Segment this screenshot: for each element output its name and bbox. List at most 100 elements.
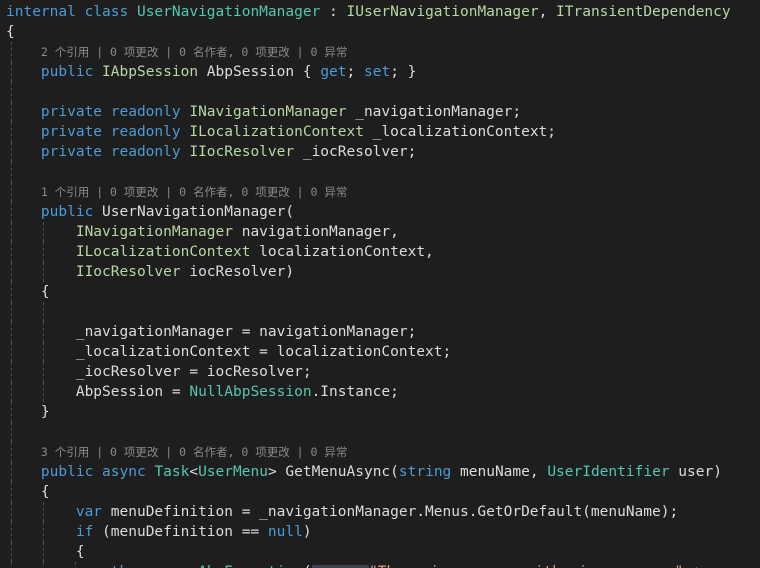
indent-guide bbox=[11, 222, 12, 242]
generic-open: < bbox=[189, 464, 199, 480]
code-line-codelens-property: 2 个引用 | 0 项更改 | 0 名作者, 0 项更改 | 0 异常 bbox=[0, 42, 760, 62]
code-line-blank bbox=[0, 82, 760, 102]
keyword-public: public bbox=[40, 464, 94, 480]
indent-guide bbox=[11, 422, 12, 442]
parameter-name: navigationManager, bbox=[232, 224, 399, 240]
code-line-blank bbox=[0, 162, 760, 182]
indent-guide bbox=[11, 522, 12, 542]
code-line-method-signature: public async Task<UserMenu> GetMenuAsync… bbox=[0, 462, 760, 482]
assignment-statement: _iocResolver = iocResolver; bbox=[75, 364, 312, 380]
indent-guide bbox=[11, 462, 12, 482]
interface-iabpsession: IAbpSession bbox=[102, 64, 199, 80]
indent-guide bbox=[11, 102, 12, 122]
indent-guide bbox=[43, 522, 44, 542]
code-content[interactable]: internal class UserNavigationManager : I… bbox=[0, 0, 760, 568]
paren-open: ( bbox=[303, 564, 312, 568]
indent-guide bbox=[11, 42, 12, 62]
type-useridentifier: UserIdentifier bbox=[547, 464, 670, 480]
method-name-getmenuasync: GetMenuAsync( bbox=[285, 464, 399, 480]
code-line-codelens-constructor: 1 个引用 | 0 项更改 | 0 名作者, 0 项更改 | 0 异常 bbox=[0, 182, 760, 202]
keyword-private: private bbox=[40, 144, 103, 160]
indent-guide bbox=[11, 262, 12, 282]
indent-guide bbox=[11, 182, 12, 202]
type-nullabpsession: NullAbpSession bbox=[189, 384, 312, 400]
field-name: _localizationContext; bbox=[363, 124, 557, 140]
brace-open: { bbox=[302, 64, 321, 80]
indent-guide bbox=[43, 382, 44, 402]
indent-guide bbox=[11, 342, 12, 362]
field-name: _navigationManager; bbox=[346, 104, 522, 120]
keyword-internal: internal bbox=[6, 4, 76, 20]
codelens-constructor[interactable]: 1 个引用 | 0 项更改 | 0 名作者, 0 项更改 | 0 异常 bbox=[41, 185, 347, 199]
code-line-assign-iocresolver: _iocResolver = iocResolver; bbox=[0, 362, 760, 382]
indent-guide bbox=[11, 402, 12, 422]
indent-guide bbox=[11, 82, 12, 102]
indent-guide bbox=[43, 502, 44, 522]
parameter-name: iocResolver) bbox=[180, 264, 295, 280]
indent-guide bbox=[43, 262, 44, 282]
indent-guide bbox=[11, 482, 12, 502]
indent-guide bbox=[43, 362, 44, 382]
code-line-ctor-param-iocresolver: IIocResolver iocResolver) bbox=[0, 262, 760, 282]
indent-guide bbox=[11, 242, 12, 262]
interface-ilocalizationcontext: ILocalizationContext bbox=[189, 124, 364, 140]
code-line-ctor-param-localizationcontext: ILocalizationContext localizationContext… bbox=[0, 242, 760, 262]
codelens-method[interactable]: 3 个引用 | 0 项更改 | 0 名作者, 0 项更改 | 0 异常 bbox=[41, 445, 347, 459]
code-line-field-navigationmanager: private readonly INavigationManager _nav… bbox=[0, 102, 760, 122]
keyword-async: async bbox=[102, 464, 146, 480]
keyword-null: null bbox=[267, 524, 303, 540]
indent-guide bbox=[11, 282, 12, 302]
code-line-class-declaration: internal class UserNavigationManager : I… bbox=[0, 2, 760, 22]
code-line-if-open-brace: { bbox=[0, 542, 760, 562]
code-line-codelens-method: 3 个引用 | 0 项更改 | 0 名作者, 0 项更改 | 0 异常 bbox=[0, 442, 760, 462]
if-condition: (menuDefinition == bbox=[93, 524, 268, 540]
keyword-readonly: readonly bbox=[110, 124, 181, 140]
code-line-abpsession-property: public IAbpSession AbpSession { get; set… bbox=[0, 62, 760, 82]
code-line-ctor-close-brace: } bbox=[0, 402, 760, 422]
keyword-private: private bbox=[40, 104, 103, 120]
keyword-throw: throw bbox=[111, 564, 155, 568]
indent-guide bbox=[75, 562, 76, 568]
indent-guide bbox=[11, 122, 12, 142]
code-line-if-null-check: if (menuDefinition == null) bbox=[0, 522, 760, 542]
parameter-menuname: menuName, bbox=[451, 464, 548, 480]
indent-guide bbox=[11, 202, 12, 222]
type-usermenu: UserMenu bbox=[198, 464, 268, 480]
brace-open: { bbox=[6, 24, 15, 40]
member-access-instance: .Instance; bbox=[311, 384, 399, 400]
keyword-private: private bbox=[40, 124, 103, 140]
code-editor[interactable]: internal class UserNavigationManager : I… bbox=[0, 0, 760, 568]
indent-guide bbox=[43, 242, 44, 262]
indent-guide bbox=[11, 362, 12, 382]
brace-open: { bbox=[75, 544, 85, 560]
indent-guide bbox=[43, 222, 44, 242]
assignment-statement: _localizationContext = localizationConte… bbox=[75, 344, 452, 360]
code-line-var-menudefinition: var menuDefinition = _navigationManager.… bbox=[0, 502, 760, 522]
code-line-assign-navigationmanager: _navigationManager = navigationManager; bbox=[0, 322, 760, 342]
interface-ilocalizationcontext: ILocalizationContext bbox=[75, 244, 251, 260]
keyword-public: public bbox=[40, 204, 94, 220]
keyword-if: if bbox=[75, 524, 94, 540]
indent-guide bbox=[11, 302, 12, 322]
property-name-abpsession: AbpSession bbox=[198, 64, 303, 80]
indent-guide bbox=[11, 382, 12, 402]
keyword-readonly: readonly bbox=[110, 144, 181, 160]
code-line-field-localizationcontext: private readonly ILocalizationContext _l… bbox=[0, 122, 760, 142]
code-line-field-iocresolver: private readonly IIocResolver _iocResolv… bbox=[0, 142, 760, 162]
interface-inavigationmanager: INavigationManager bbox=[189, 104, 347, 120]
keyword-set: set bbox=[363, 64, 391, 80]
codelens-property[interactable]: 2 个引用 | 0 项更改 | 0 名作者, 0 项更改 | 0 异常 bbox=[41, 45, 347, 59]
indent-guide bbox=[43, 322, 44, 342]
indent-guide bbox=[11, 322, 12, 342]
parameter-name: localizationContext, bbox=[250, 244, 434, 260]
code-line-blank bbox=[0, 422, 760, 442]
keyword-string: string bbox=[398, 464, 452, 480]
code-line-ctor-param-navigationmanager: INavigationManager navigationManager, bbox=[0, 222, 760, 242]
